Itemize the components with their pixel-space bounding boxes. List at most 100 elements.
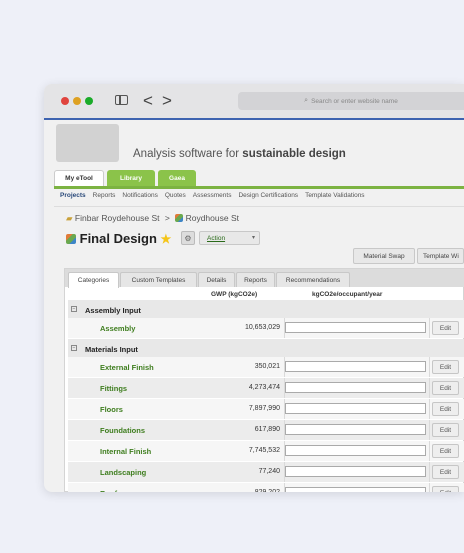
table-row: Assembly 10,653,029 Edit: [68, 318, 464, 338]
tab-categories[interactable]: Categories: [68, 272, 119, 288]
browser-window: < > ⌕ Search or enter website name Analy…: [44, 84, 464, 492]
sidebar-toggle-icon[interactable]: [115, 95, 128, 105]
group-row: − Materials Input: [68, 339, 464, 359]
breadcrumb-building[interactable]: Roydhouse St: [186, 213, 239, 223]
building-icon: [175, 214, 184, 222]
subnav-reports[interactable]: Reports: [93, 192, 116, 199]
minimize-window-button[interactable]: [73, 97, 81, 105]
occupant-bar: [285, 424, 426, 435]
tab-custom-templates[interactable]: Custom Templates: [120, 272, 197, 287]
favorite-star-icon[interactable]: ★: [161, 232, 172, 246]
action-dropdown[interactable]: Action ▾: [199, 231, 260, 245]
tab-my-etool[interactable]: My eTool: [54, 170, 104, 186]
table-row: Internal Finish 7,745,532 Edit: [68, 441, 464, 461]
column-header-occupant: kgCO2e/occupant/year: [312, 291, 383, 298]
main-tabs-underline: [54, 186, 464, 189]
category-link[interactable]: Foundations: [100, 426, 145, 435]
subnav-quotes[interactable]: Quotes: [165, 192, 186, 199]
edit-button[interactable]: Edit: [432, 423, 459, 437]
chevron-down-icon: ▾: [251, 235, 255, 241]
edit-button[interactable]: Edit: [432, 486, 459, 492]
forward-button[interactable]: >: [162, 92, 172, 109]
tab-reports[interactable]: Reports: [236, 272, 275, 287]
occupant-bar: [285, 403, 426, 414]
tab-library[interactable]: Library: [107, 170, 155, 186]
column-divider: [429, 441, 430, 461]
gwp-value: 350,021: [254, 363, 280, 370]
column-divider: [429, 318, 430, 338]
edit-button[interactable]: Edit: [432, 444, 459, 458]
category-link[interactable]: Landscaping: [100, 468, 146, 477]
category-link[interactable]: Floors: [100, 405, 123, 414]
edit-button[interactable]: Edit: [432, 465, 459, 479]
tab-gaea[interactable]: Gaea: [158, 170, 196, 186]
category-link[interactable]: Internal Finish: [100, 447, 151, 456]
edit-button[interactable]: Edit: [432, 381, 459, 395]
occupant-bar: [285, 466, 426, 477]
design-cube-icon: [66, 234, 76, 244]
template-wizard-button[interactable]: Template Wi: [417, 248, 464, 264]
tagline: Analysis software for sustainable design: [133, 148, 346, 160]
material-swap-button[interactable]: Material Swap: [353, 248, 415, 264]
address-bar[interactable]: ⌕ Search or enter website name: [238, 92, 464, 110]
categories-panel: Categories Custom Templates Details Repo…: [64, 268, 464, 492]
group-row: − Assembly Input: [68, 300, 464, 320]
group-label: Assembly Input: [85, 306, 141, 315]
gwp-value: 7,897,990: [248, 405, 280, 412]
breadcrumb-project[interactable]: Finbar Roydehouse St: [75, 213, 160, 223]
subnav-design-certifications[interactable]: Design Certifications: [238, 192, 298, 199]
page-title: Final Design: [79, 231, 157, 246]
maximize-window-button[interactable]: [85, 97, 93, 105]
edit-button[interactable]: Edit: [432, 360, 459, 374]
collapse-icon[interactable]: −: [71, 306, 77, 312]
occupant-bar: [285, 445, 426, 456]
table-row: Fittings 4,273,474 Edit: [68, 378, 464, 398]
design-header: Final Design ★: [66, 231, 171, 246]
sub-navigation: Projects Reports Notifications Quotes Assess…: [60, 192, 372, 199]
table-row: Landscaping 77,240 Edit: [68, 462, 464, 482]
column-divider: [429, 420, 430, 440]
folder-icon: ▰: [66, 213, 73, 223]
column-divider: [429, 399, 430, 419]
address-placeholder: Search or enter website name: [311, 97, 398, 105]
settings-gear-button[interactable]: ⚙: [181, 231, 195, 245]
edit-button[interactable]: Edit: [432, 402, 459, 416]
collapse-icon[interactable]: −: [71, 345, 77, 351]
category-link[interactable]: Assembly: [100, 324, 135, 333]
edit-button[interactable]: Edit: [432, 321, 459, 335]
gwp-value: 77,240: [258, 468, 280, 475]
group-label: Materials Input: [85, 345, 138, 354]
search-icon: ⌕: [304, 97, 309, 104]
category-link[interactable]: Fittings: [100, 384, 127, 393]
category-link[interactable]: External Finish: [100, 363, 154, 372]
subnav-template-validations[interactable]: Template Validations: [305, 192, 365, 199]
gear-icon: ⚙: [184, 233, 192, 243]
action-label: Action: [207, 235, 226, 242]
panel-tabs: Categories Custom Templates Details Repo…: [65, 269, 464, 288]
close-window-button[interactable]: [61, 97, 69, 105]
table-row: Foundations 617,890 Edit: [68, 420, 464, 440]
logo[interactable]: [56, 124, 119, 162]
table-row: Floors 7,897,990 Edit: [68, 399, 464, 419]
subnav-notifications[interactable]: Notifications: [122, 192, 157, 199]
back-button[interactable]: <: [143, 92, 153, 109]
occupant-bar: [285, 322, 426, 333]
category-link[interactable]: Roof: [100, 489, 117, 492]
breadcrumb-separator: >: [164, 213, 170, 223]
tab-recommendations[interactable]: Recommendations: [276, 272, 350, 287]
subnav-divider: [54, 206, 464, 207]
column-divider: [429, 462, 430, 482]
tab-details[interactable]: Details: [198, 272, 235, 287]
gwp-value: 10,653,029: [244, 324, 280, 331]
column-divider: [429, 357, 430, 377]
tagline-emphasis: sustainable design: [242, 148, 346, 160]
table-row: Roof 829,202 Edit: [68, 483, 464, 492]
column-header-gwp: GWP (kgCO2e): [211, 291, 258, 298]
gwp-value: 617,890: [254, 426, 280, 433]
table-row: External Finish 350,021 Edit: [68, 357, 464, 377]
column-divider: [429, 483, 430, 492]
subnav-projects[interactable]: Projects: [60, 192, 86, 199]
subnav-assessments[interactable]: Assessments: [193, 192, 232, 199]
occupant-bar: [285, 361, 426, 372]
column-divider: [429, 378, 430, 398]
